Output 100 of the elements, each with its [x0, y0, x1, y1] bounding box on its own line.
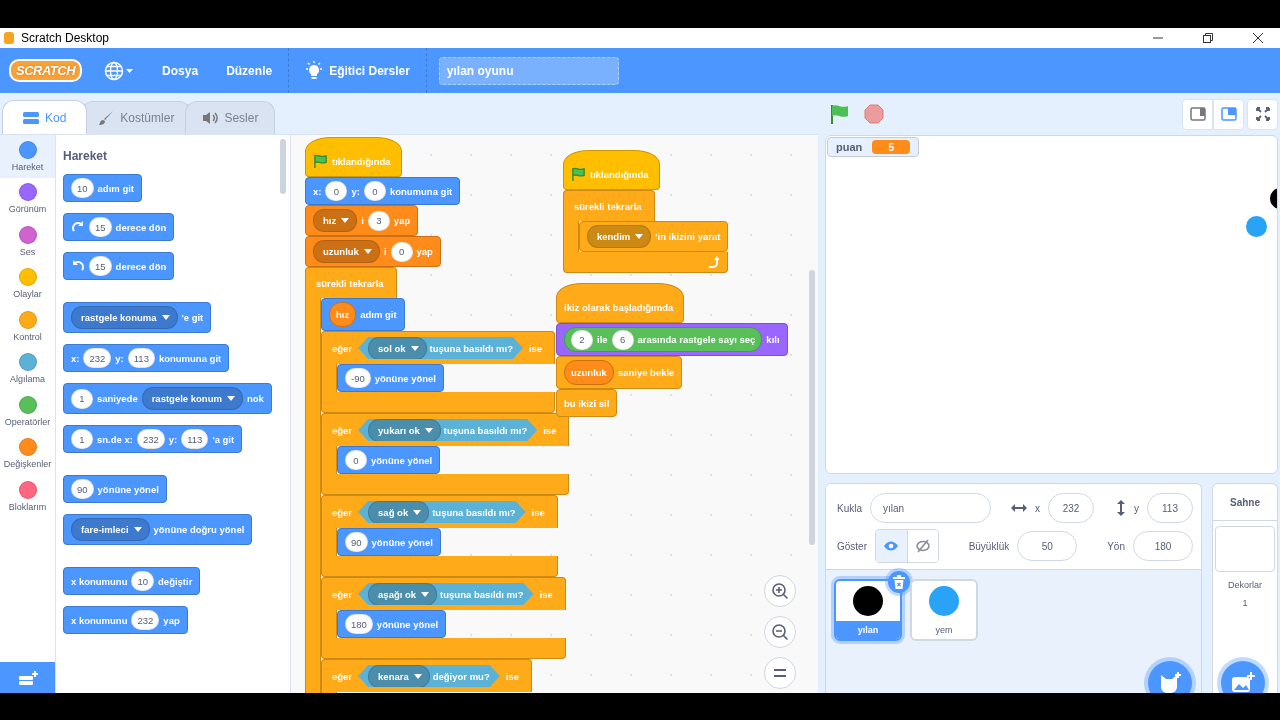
number-input[interactable]: 15 [89, 217, 112, 237]
number-input[interactable]: 90 [345, 532, 368, 552]
code-block[interactable]: x: 0 y: 0 konumuna git [305, 177, 461, 205]
number-input[interactable]: 15 [89, 256, 112, 276]
direction-label: Yön [1107, 540, 1125, 552]
category-item[interactable]: Hareket [0, 135, 55, 178]
category-item[interactable]: Ses [0, 220, 55, 263]
category-item[interactable]: Kontrol [0, 305, 55, 348]
scrollbar[interactable] [809, 270, 815, 545]
fullscreen-button[interactable] [1247, 98, 1278, 130]
number-input[interactable]: 10 [71, 178, 94, 198]
direction-field[interactable]: 180 [1133, 531, 1193, 561]
stage-size-button[interactable] [1213, 98, 1244, 130]
number-input[interactable]: -90 [345, 368, 371, 388]
stage-pane-title: Sahne [1213, 484, 1277, 521]
code-block[interactable]: 1 saniyede rastgele konum nok [63, 383, 272, 414]
dropdown-menu[interactable]: rastgele konuma [71, 306, 178, 329]
number-input[interactable]: 0 [390, 241, 413, 262]
code-block[interactable]: rastgele konuma 'e git [63, 302, 212, 333]
scrollbar[interactable] [280, 139, 286, 194]
number-input[interactable]: 180 [345, 614, 373, 634]
stop-button[interactable] [861, 101, 887, 127]
add-sprite-button[interactable] [1148, 661, 1192, 693]
add-backdrop-button[interactable] [1221, 661, 1265, 693]
code-block[interactable]: x: 232 y: 113 konumuna git [63, 344, 230, 372]
boolean-block[interactable]: aşağı ok tuşuna basıldı mı? [358, 583, 534, 605]
number-input[interactable]: 113 [127, 348, 155, 368]
lightbulb-icon [305, 60, 324, 81]
number-input[interactable]: 1 [71, 388, 93, 409]
dropdown-menu[interactable]: kenara [368, 664, 430, 688]
x-field[interactable]: 232 [1048, 493, 1094, 523]
number-input[interactable]: 232 [131, 610, 160, 630]
c-block[interactable]: eğer kenara değiyor mu? ise [321, 659, 532, 692]
number-input[interactable]: 0 [363, 181, 386, 201]
palette-heading: Hareket [63, 149, 109, 163]
dropdown-menu[interactable]: rastgele konum [141, 387, 243, 410]
dropdown-menu[interactable]: uzunluk [313, 240, 380, 263]
number-input[interactable]: 232 [136, 429, 165, 449]
dropdown-menu[interactable]: hız [313, 209, 358, 232]
dropdown-menu[interactable]: sağ ok [368, 500, 430, 524]
code-block[interactable]: 90 yönüne yönel [63, 475, 167, 503]
size-field[interactable]: 50 [1017, 531, 1078, 561]
variable-monitor[interactable]: puan 5 [827, 137, 920, 157]
category-item[interactable]: Görünüm [0, 177, 55, 220]
backdrop-thumbnail[interactable] [1215, 526, 1275, 572]
category-item[interactable]: Olaylar [0, 262, 55, 305]
number-input[interactable]: 3 [367, 210, 390, 231]
code-block[interactable]: 90 yönüne yönel [337, 528, 441, 556]
code-block[interactable]: 1 sn.de x: 232 y: 113 'a git [63, 425, 243, 453]
stage-size-button[interactable] [1182, 98, 1213, 130]
reporter-block[interactable]: 2 ile 6 arasında rastgele sayı seç [564, 327, 763, 352]
zoom-reset-button[interactable] [764, 657, 796, 689]
sprite-name-field[interactable]: yılan [870, 493, 991, 523]
category-item[interactable]: Bloklarım [0, 475, 55, 518]
code-block[interactable]: 10 adım git [63, 174, 142, 202]
y-field[interactable]: 113 [1147, 493, 1193, 523]
fullscreen-icon [1255, 107, 1270, 121]
code-block[interactable]: 2 ile 6 arasında rastgele sayı seç kılı [556, 323, 788, 356]
sprite-tile[interactable]: yem [910, 579, 978, 641]
number-input[interactable]: 113 [181, 429, 209, 449]
number-input[interactable]: 0 [325, 181, 348, 201]
boolean-block[interactable]: yukarı ok tuşuna basıldı mı? [358, 419, 538, 441]
number-input[interactable]: 2 [571, 329, 593, 350]
code-block[interactable]: uzunluk i 0 yap [305, 236, 441, 267]
category-item[interactable]: Değişkenler [0, 432, 55, 475]
number-input[interactable]: 0 [345, 450, 367, 470]
c-block[interactable]: eğer aşağı ok tuşuna basıldı mı? ise [321, 577, 566, 610]
code-block[interactable]: x konumunu 232 yap [63, 606, 188, 634]
boolean-block[interactable]: sağ ok tuşuna basıldı mı? [358, 501, 526, 523]
code-block[interactable]: 0 yönüne yönel [337, 446, 441, 474]
dropdown-menu[interactable]: sol ok [368, 336, 427, 360]
show-button[interactable] [876, 530, 907, 562]
category-item[interactable]: Algılama [0, 347, 55, 390]
c-block[interactable]: eğer sağ ok tuşuna basıldı mı? ise [321, 495, 558, 528]
app-icon [3, 31, 15, 45]
c-block[interactable]: eğer sol ok tuşuna basıldı mı? ise [321, 331, 556, 364]
code-block[interactable]: 15 derece dön [63, 252, 175, 280]
boolean-block[interactable]: kenara değiyor mu? [358, 665, 500, 687]
c-block[interactable]: eğer yukarı ok tuşuna basıldı mı? ise [321, 413, 570, 446]
boolean-block[interactable]: sol ok tuşuna basıldı mı? [358, 337, 523, 359]
dropdown-menu[interactable]: fare-imleci [71, 518, 150, 541]
code-block[interactable]: -90 yönüne yönel [337, 364, 444, 392]
code-block[interactable]: fare-imleci yönüne doğru yönel [63, 514, 253, 545]
delete-button[interactable] [888, 571, 910, 593]
number-input[interactable]: 10 [131, 571, 155, 591]
number-input[interactable]: 232 [83, 348, 112, 368]
zoom-in-button[interactable] [764, 575, 796, 607]
code-block[interactable]: 15 derece dön [63, 213, 175, 241]
number-input[interactable]: 6 [611, 329, 634, 350]
code-block[interactable]: x konumunu 10 değiştir [63, 567, 201, 595]
code-block[interactable]: 180 yönüne yönel [337, 610, 447, 638]
hide-button[interactable] [906, 530, 938, 562]
add-extension-button[interactable] [0, 662, 55, 693]
number-input[interactable]: 1 [71, 429, 93, 449]
dropdown-menu[interactable]: yukarı ok [368, 418, 441, 442]
category-item[interactable]: Operatörler [0, 390, 55, 433]
zoom-out-button[interactable] [764, 616, 796, 648]
code-block[interactable]: hız i 3 yap [305, 205, 419, 236]
dropdown-menu[interactable]: aşağı ok [368, 582, 438, 606]
number-input[interactable]: 90 [71, 479, 94, 499]
